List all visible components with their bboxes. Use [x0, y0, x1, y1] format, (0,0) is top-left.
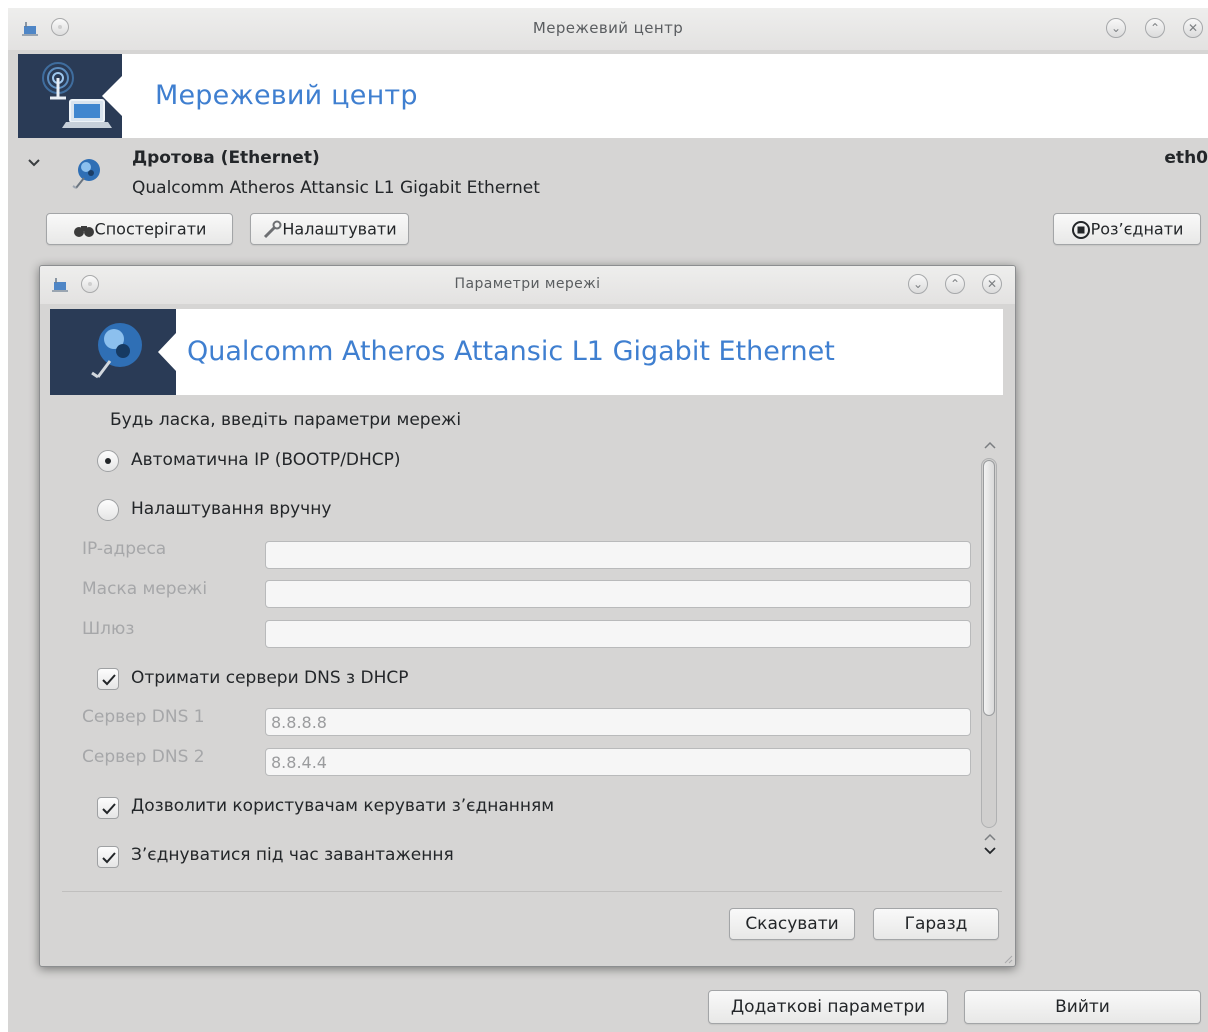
netmask-input[interactable]: [265, 580, 971, 608]
dns1-input[interactable]: 8.8.8.8: [265, 708, 971, 736]
dns1-label: Сервер DNS 1: [82, 707, 205, 727]
maximize-icon[interactable]: ⌃: [945, 274, 965, 294]
window-title: Мережевий центр: [532, 19, 684, 37]
disconnect-label: Роз’єднати: [1090, 219, 1184, 239]
chevron-down-icon[interactable]: [26, 154, 42, 170]
dns-from-dhcp-label[interactable]: Отримати сервери DNS з DHCP: [131, 668, 408, 688]
quit-label: Вийти: [1055, 997, 1110, 1017]
resize-grip-icon[interactable]: [1003, 954, 1013, 964]
minimize-icon[interactable]: ⌄: [1106, 18, 1126, 38]
scroll-groove[interactable]: [981, 458, 997, 828]
quit-button[interactable]: Вийти: [964, 990, 1201, 1024]
checkmark-icon: [102, 803, 116, 815]
dns2-input[interactable]: 8.8.4.4: [265, 748, 971, 776]
connect-boot-checkbox[interactable]: [97, 846, 119, 868]
header-title: Мережевий центр: [155, 80, 418, 111]
dialog-header-banner: Qualcomm Atheros Attansic L1 Gigabit Eth…: [50, 309, 1003, 395]
ok-button[interactable]: Гаразд: [873, 908, 999, 940]
configure-button[interactable]: Налаштувати: [250, 213, 409, 245]
banner-arrow: [102, 76, 122, 116]
allow-users-checkbox[interactable]: [97, 797, 119, 819]
checkmark-icon: [102, 674, 116, 686]
stop-circle-icon: [1071, 220, 1090, 239]
wrench-icon: [264, 220, 282, 238]
netmask-label: Маска мережі: [82, 579, 208, 599]
manual-radio[interactable]: [97, 499, 119, 521]
dialog-banner-arrow: [158, 333, 176, 371]
main-titlebar[interactable]: Мережевий центр ⌄ ⌃ ✕: [8, 8, 1208, 50]
network-settings-dialog: Параметри мережі ⌄ ⌃ ✕ Qualcomm Atheros …: [39, 265, 1016, 967]
close-icon[interactable]: ✕: [982, 274, 1002, 294]
manual-label[interactable]: Налаштування вручну: [131, 499, 331, 519]
settings-prompt: Будь ласка, введіть параметри мережі: [110, 410, 462, 430]
minimize-icon[interactable]: ⌄: [908, 274, 928, 294]
monitor-button[interactable]: Спостерігати: [46, 213, 233, 245]
dialog-title: Параметри мережі: [454, 276, 601, 292]
auto-ip-radio[interactable]: [97, 450, 119, 472]
ip-label: IP-адреса: [82, 539, 167, 559]
interface-name: Дротова (Ethernet): [132, 148, 320, 168]
cancel-button[interactable]: Скасувати: [729, 908, 855, 940]
chevron-up-icon[interactable]: [983, 440, 997, 450]
binoculars-icon: [73, 225, 94, 237]
settings-scrollbar[interactable]: [978, 436, 1002, 866]
dns2-label: Сервер DNS 2: [82, 747, 205, 767]
dns-from-dhcp-checkbox[interactable]: [97, 668, 119, 690]
dialog-header-title: Qualcomm Atheros Attansic L1 Gigabit Eth…: [187, 336, 835, 367]
interface-device: eth0: [1164, 148, 1208, 168]
monitor-label: Спостерігати: [94, 219, 207, 239]
maximize-icon[interactable]: ⌃: [1145, 18, 1165, 38]
cancel-label: Скасувати: [745, 914, 839, 934]
configure-label: Налаштувати: [282, 219, 397, 239]
ok-label: Гаразд: [904, 914, 968, 934]
gateway-label: Шлюз: [82, 619, 135, 639]
header-banner: Мережевий центр: [18, 54, 1208, 138]
disconnect-button[interactable]: Роз’єднати: [1053, 213, 1201, 245]
ip-input[interactable]: [265, 541, 971, 569]
dialog-titlebar[interactable]: Параметри мережі ⌄ ⌃ ✕: [40, 266, 1015, 304]
chevron-up-icon[interactable]: [983, 832, 997, 842]
dialog-separator: [62, 891, 1002, 892]
main-window: Мережевий центр ⌄ ⌃ ✕ Мережевий центр Др…: [8, 8, 1208, 1032]
connect-boot-label[interactable]: З’єднуватися під час завантаження: [131, 845, 454, 865]
close-icon[interactable]: ✕: [1183, 18, 1203, 38]
checkmark-icon: [102, 852, 116, 864]
allow-users-label[interactable]: Дозволити користувачам керувати з’єднанн…: [131, 796, 554, 816]
advanced-button[interactable]: Додаткові параметри: [708, 990, 948, 1024]
scroll-handle[interactable]: [983, 460, 995, 716]
ethernet-globe-icon: [72, 159, 100, 189]
gateway-input[interactable]: [265, 620, 971, 648]
auto-ip-label[interactable]: Автоматична IP (BOOTP/DHCP): [131, 450, 401, 470]
chevron-down-icon[interactable]: [983, 846, 997, 856]
interface-description: Qualcomm Atheros Attansic L1 Gigabit Eth…: [132, 178, 540, 198]
advanced-label: Додаткові параметри: [730, 997, 926, 1017]
